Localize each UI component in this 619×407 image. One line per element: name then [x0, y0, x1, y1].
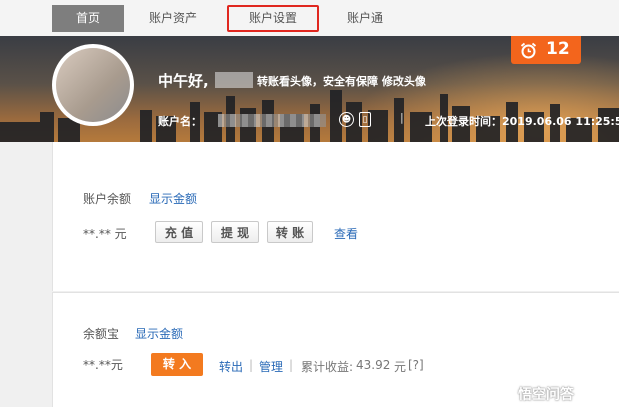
message-count: 12: [546, 39, 570, 59]
username-blurred: [215, 72, 253, 88]
tab-home[interactable]: 首页: [52, 5, 124, 32]
view-link[interactable]: 查看: [334, 225, 358, 242]
separator: |: [400, 111, 404, 124]
identity-icon[interactable]: ☻: [339, 112, 354, 127]
balance-label: 账户余额: [83, 192, 132, 206]
withdraw-button[interactable]: 提 现: [211, 221, 259, 243]
balance-amount: **.** 元: [83, 227, 127, 241]
earnings-unit: 元: [394, 360, 407, 374]
recharge-button[interactable]: 充 值: [155, 221, 203, 243]
yuebao-amount: **.**元: [83, 358, 123, 372]
greeting-text: 中午好,: [158, 72, 209, 90]
help-icon[interactable]: [?]: [408, 358, 424, 372]
account-balance-panel: 账户余额 显示金额 **.** 元 充 值 提 现 转 账 查看: [52, 142, 619, 291]
show-balance-link[interactable]: 显示金额: [149, 190, 197, 207]
manage-link[interactable]: 管理: [259, 358, 283, 375]
transfer-in-button[interactable]: 转 入: [151, 353, 203, 376]
account-name-label: 账户名：: [158, 115, 202, 128]
phone-icon[interactable]: ▯: [359, 112, 371, 127]
yuebao-label: 余额宝: [83, 327, 120, 341]
transfer-out-link[interactable]: 转出: [219, 358, 243, 375]
message-badge[interactable]: 12: [511, 36, 581, 64]
divider: |: [249, 358, 254, 372]
earnings-value: 43.92: [356, 358, 391, 372]
tab-account-assets[interactable]: 账户资产: [137, 5, 209, 32]
change-avatar-link[interactable]: 转账看头像，安全有保障 修改头像: [257, 73, 426, 89]
profile-banner: 中午好, 转账看头像，安全有保障 修改头像 账户名： ☻ ▯ | 上次登录时间：…: [0, 36, 619, 142]
divider: |: [289, 358, 294, 372]
tab-account-link[interactable]: 账户通: [332, 5, 398, 32]
tab-account-settings[interactable]: 账户设置: [227, 5, 319, 32]
transfer-button[interactable]: 转 账: [267, 221, 313, 243]
earnings-label: 累计收益:: [301, 360, 354, 374]
top-nav: 首页 账户资产 账户设置 账户通: [0, 0, 619, 37]
avatar-photo: [56, 48, 130, 122]
show-yuebao-link[interactable]: 显示金额: [135, 325, 183, 342]
alarm-clock-icon: [520, 42, 537, 59]
account-name-blurred: [218, 114, 326, 127]
last-login-time: 上次登录时间：2019.06.06 11:25:5: [425, 115, 619, 128]
avatar[interactable]: [52, 44, 134, 126]
watermark-logo: 悟空问答: [518, 387, 574, 403]
